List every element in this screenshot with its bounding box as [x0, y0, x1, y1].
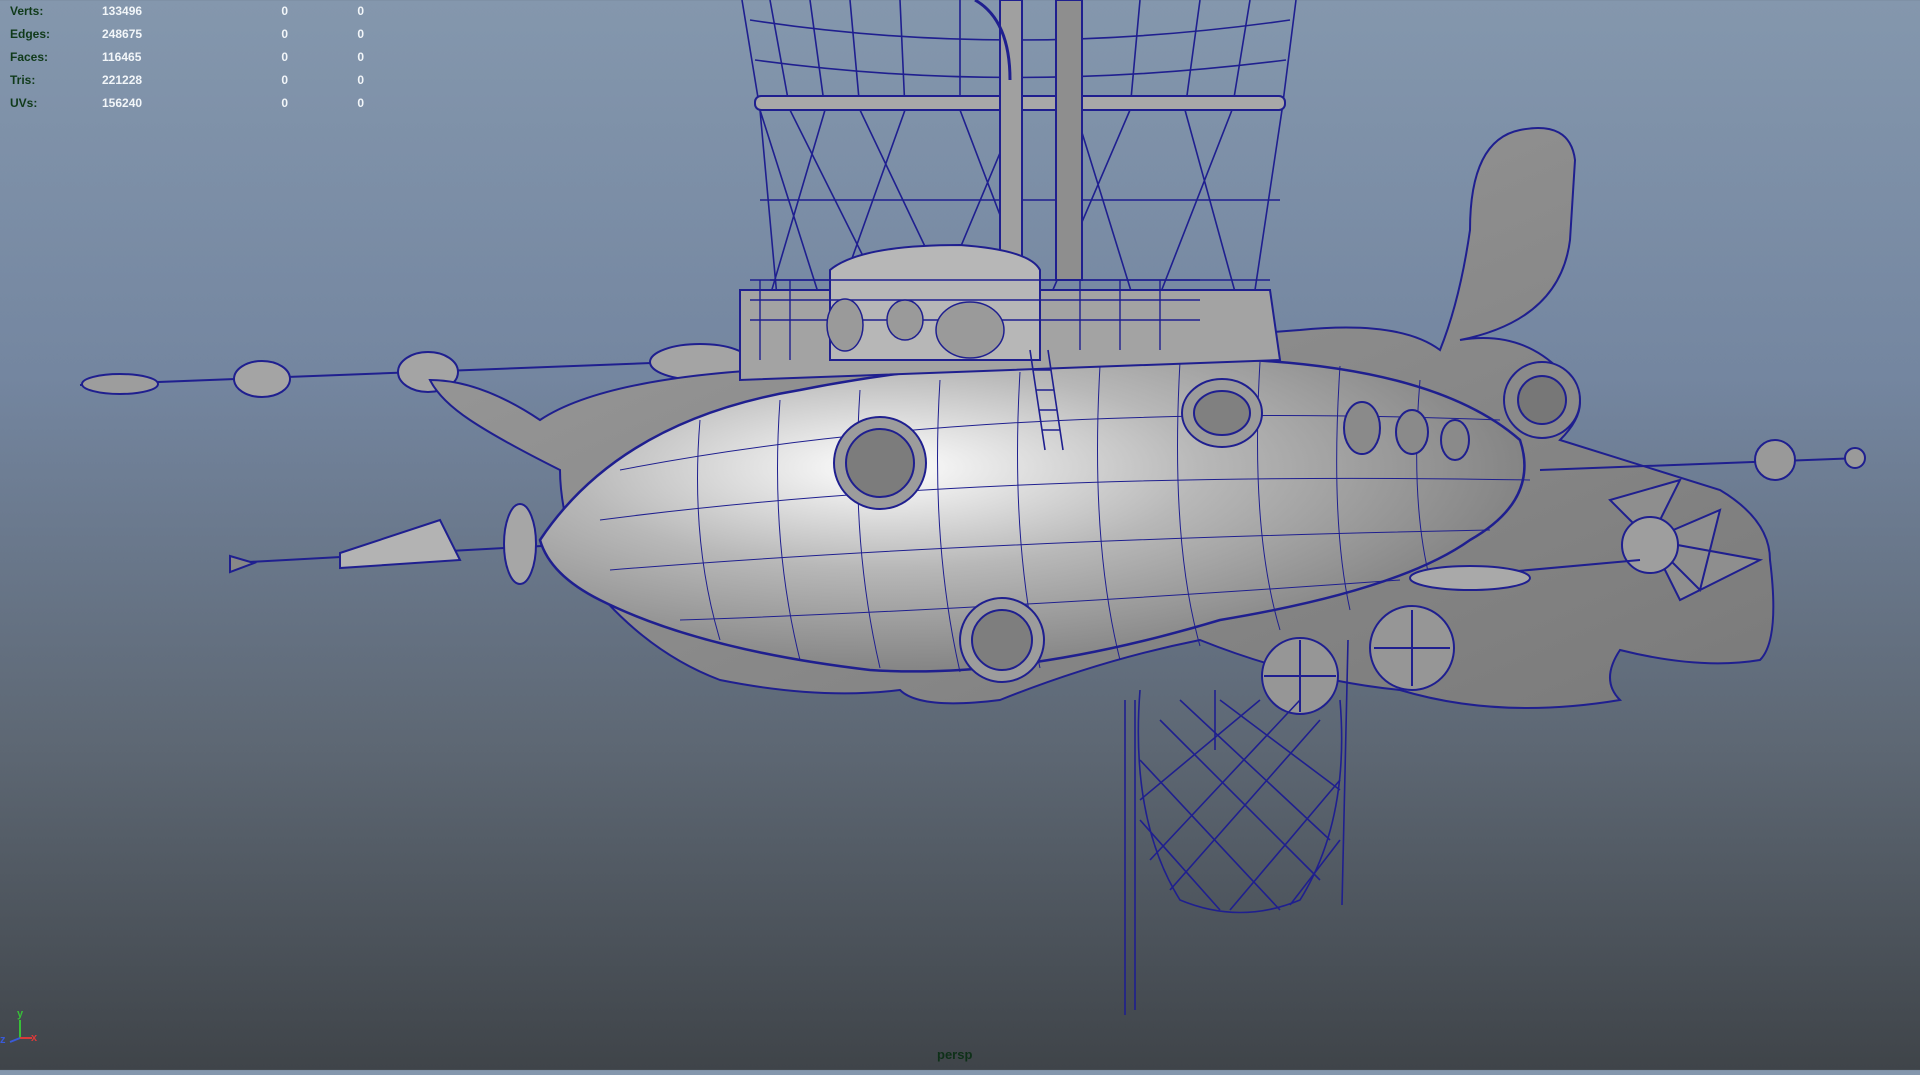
airship-wireframe-model — [79, 0, 1866, 1015]
hud-row-uvs: UVs: 156240 0 0 — [10, 92, 364, 115]
hud-label: Edges: — [10, 27, 51, 41]
hud-value: 248675 — [102, 27, 143, 41]
hud-value: 0 — [357, 73, 364, 87]
hud-value: 0 — [357, 50, 364, 64]
hud-value: 116465 — [102, 50, 142, 64]
hud-value: 133496 — [102, 4, 143, 18]
mast-right — [1055, 0, 1083, 281]
view-axis-gizmo: y x z — [0, 1008, 40, 1048]
hud-label: Faces: — [10, 50, 49, 64]
axis-y-label: y — [17, 1008, 24, 1020]
hud-value: 221228 — [102, 73, 143, 87]
hud-value: 0 — [281, 27, 288, 41]
axis-x-label: x — [31, 1032, 38, 1044]
poly-count-hud: Verts: 133496 0 0 Edges: 248675 0 0 Face… — [10, 0, 364, 115]
hud-value: 0 — [357, 27, 364, 41]
hud-value: 0 — [281, 4, 288, 18]
hud-label: Tris: — [10, 73, 36, 87]
hud-value: 0 — [357, 4, 364, 18]
hud-label: UVs: — [10, 96, 38, 110]
hud-row-verts: Verts: 133496 0 0 — [10, 0, 364, 23]
hud-value: 0 — [357, 96, 364, 110]
3d-viewport[interactable]: Verts: 133496 0 0 Edges: 248675 0 0 Face… — [0, 0, 1920, 1070]
hud-row-faces: Faces: 116465 0 0 — [10, 46, 364, 69]
mast-left — [999, 0, 1023, 291]
hud-value: 0 — [281, 96, 288, 110]
hud-value: 0 — [281, 73, 288, 87]
cabin-dome — [829, 243, 1041, 361]
hud-row-tris: Tris: 221228 0 0 — [10, 69, 364, 92]
hud-label: Verts: — [10, 4, 44, 18]
hud-value: 0 — [281, 50, 288, 64]
axis-z-label: z — [0, 1034, 6, 1046]
hud-value: 156240 — [102, 96, 143, 110]
camera-label: persp — [937, 1047, 973, 1062]
hud-row-edges: Edges: 248675 0 0 — [10, 23, 364, 46]
